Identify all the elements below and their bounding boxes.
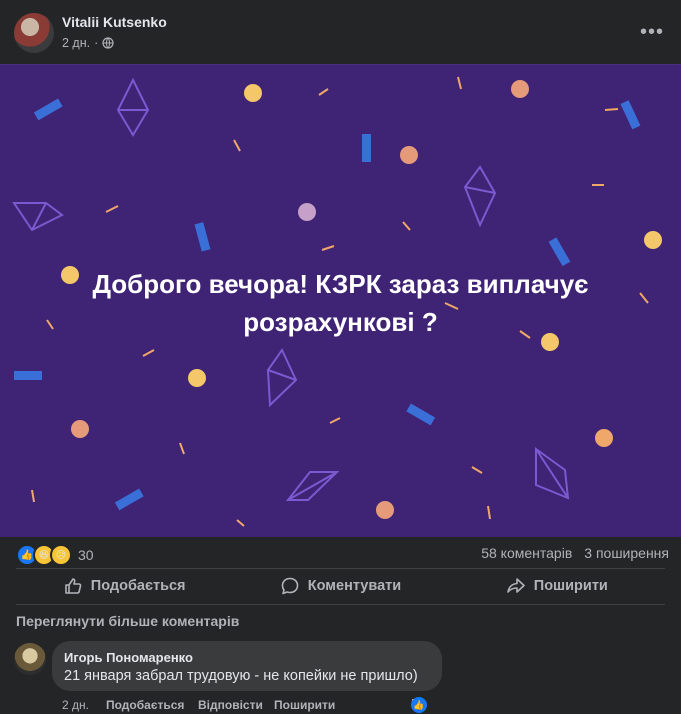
banner-text: Доброго вечора! КЗРК зараз виплачує розр… <box>0 265 681 341</box>
comment-button[interactable]: Коментувати <box>232 568 448 604</box>
commenter-name[interactable]: Игорь Пономаренко <box>64 650 193 665</box>
comments-count[interactable]: 58 коментарів <box>481 545 572 561</box>
shares-count[interactable]: 3 поширення <box>584 545 669 561</box>
post-header: Vitalii Kutsenko 2 дн. · ••• <box>0 0 681 64</box>
view-more-comments-link[interactable]: Переглянути більше коментарів <box>16 613 239 629</box>
share-label: Поширити <box>533 578 608 594</box>
reaction-summary[interactable]: 👍 😆 😥 30 <box>16 544 94 566</box>
more-options-button[interactable]: ••• <box>634 20 670 44</box>
like-label: Подобається <box>90 578 186 594</box>
engagement-counts: 58 коментарів 3 поширення <box>481 545 669 561</box>
action-bar: Подобається Коментувати Поширити <box>16 568 665 604</box>
comment-bubble: Игорь Пономаренко 21 января забрал трудо… <box>52 641 442 691</box>
comment-reply-button[interactable]: Відповісти <box>198 698 263 712</box>
post-meta: 2 дн. · <box>62 36 114 50</box>
comment-icon <box>281 577 299 595</box>
author-name[interactable]: Vitalii Kutsenko <box>62 14 167 30</box>
post-stats: 👍 😆 😥 30 58 коментарів 3 поширення <box>0 540 681 568</box>
comment-like-button[interactable]: Подобається <box>106 698 184 712</box>
comment-text: 21 января забрал трудовую - не копейки н… <box>64 668 418 684</box>
post-time[interactable]: 2 дн. <box>62 36 90 50</box>
author-avatar[interactable] <box>14 13 54 53</box>
banner-line-2: розрахункові ? <box>243 307 438 337</box>
banner-line-1: Доброго вечора! КЗРК зараз виплачує <box>92 269 589 299</box>
divider <box>16 604 665 605</box>
reaction-count: 30 <box>78 547 94 563</box>
comment-label: Коментувати <box>307 578 402 594</box>
thumbs-up-icon <box>64 578 82 594</box>
globe-icon[interactable] <box>102 37 114 49</box>
share-icon <box>506 578 525 593</box>
meta-separator: · <box>94 36 99 50</box>
post-banner[interactable]: Доброго вечора! КЗРК зараз виплачує розр… <box>0 64 681 537</box>
sad-icon: 😥 <box>50 544 72 566</box>
comment-time[interactable]: 2 дн. <box>62 698 89 712</box>
comment-share-button[interactable]: Поширити <box>274 698 335 712</box>
share-button[interactable]: Поширити <box>449 568 665 604</box>
like-button[interactable]: Подобається <box>16 568 232 604</box>
commenter-avatar[interactable] <box>14 643 46 675</box>
like-icon: 👍 <box>411 697 427 713</box>
